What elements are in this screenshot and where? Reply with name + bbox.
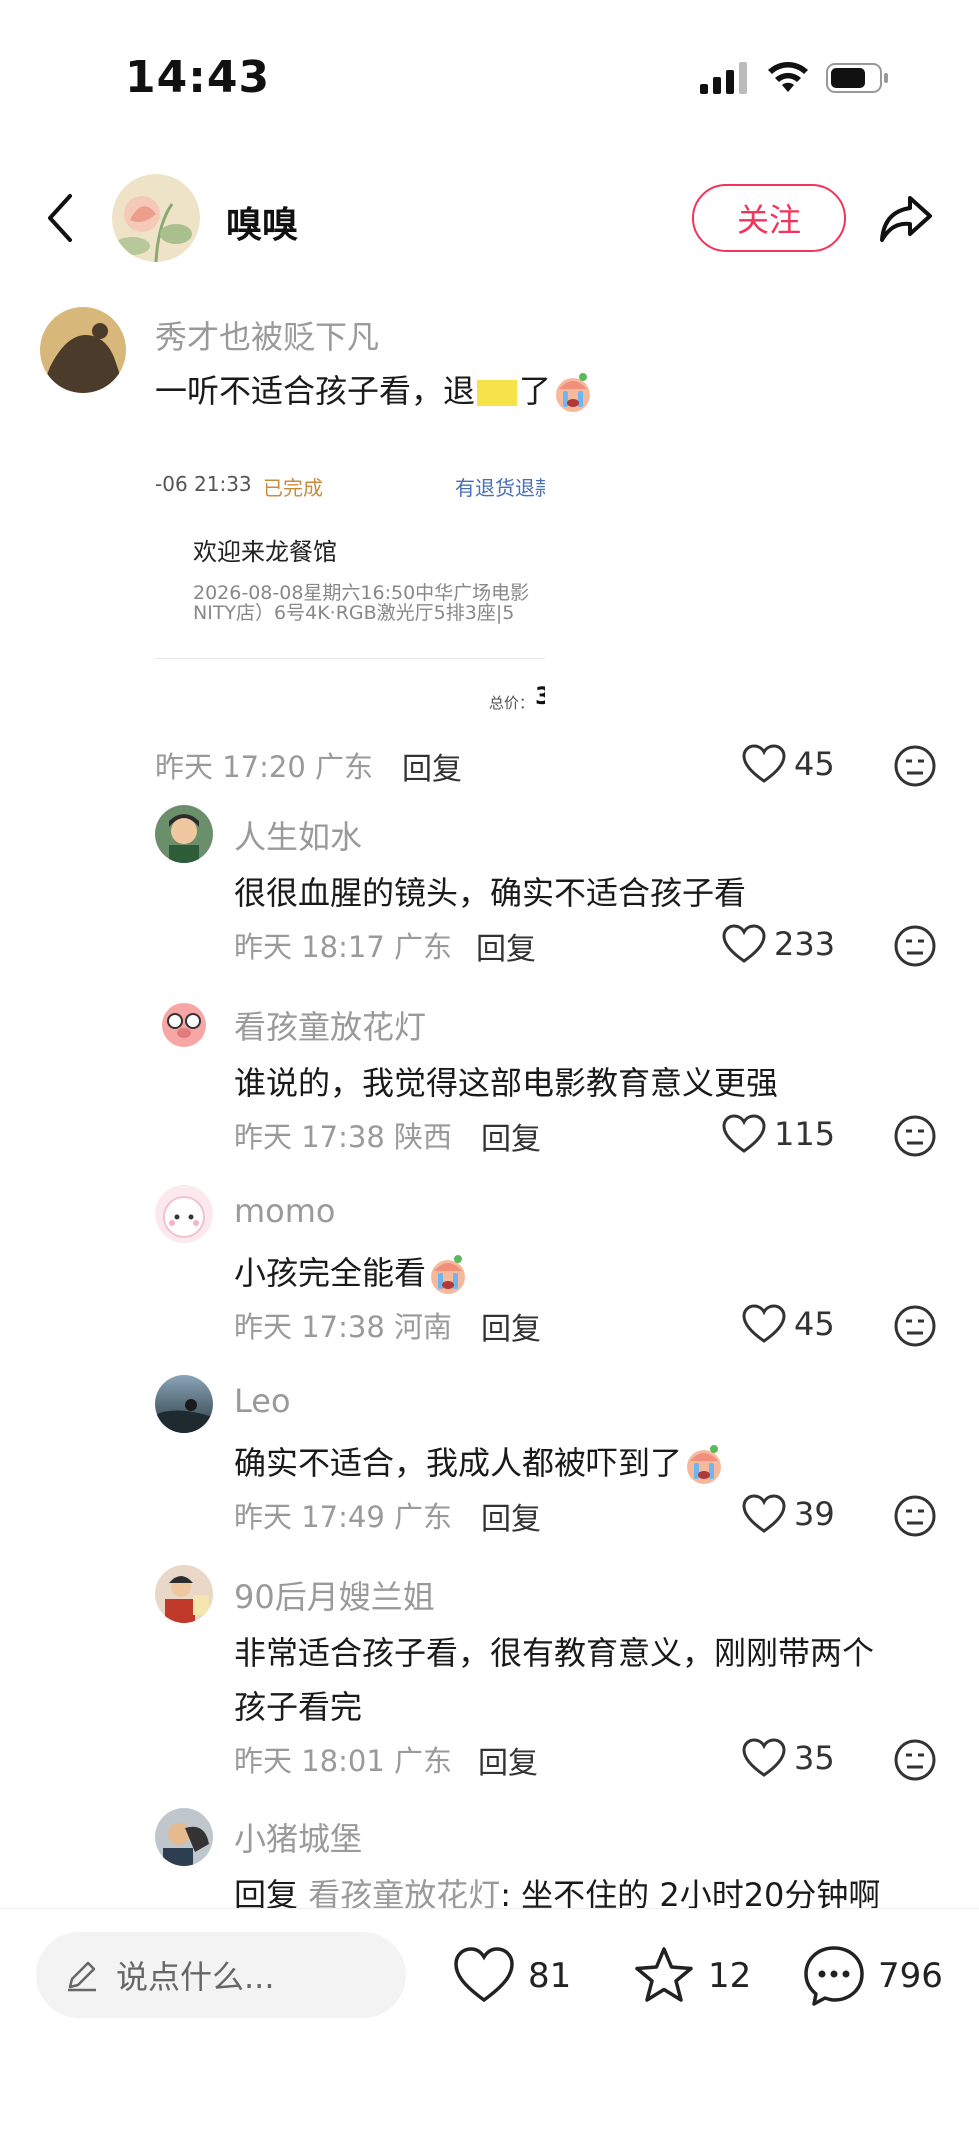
heart-icon (742, 744, 786, 783)
crying-emoji-icon (687, 1445, 722, 1484)
battery-icon (826, 63, 888, 93)
reply-time: 昨天 17:38 陕西 (234, 1120, 453, 1154)
heart-icon (742, 1304, 786, 1343)
avatar[interactable] (40, 307, 126, 393)
comment-username[interactable]: 秀才也被贬下凡 (155, 312, 379, 358)
favorite-button[interactable]: 12 (632, 1944, 751, 2008)
order-screenshot[interactable]: -06 21:33 已完成 有退货退款 欢迎来龙餐馆 2026-08-08星期六… (155, 460, 545, 720)
reply-button[interactable]: 回复 (481, 1304, 541, 1348)
reply-text: 孩子看完 (234, 1688, 363, 1726)
reply-text: 确实不适合，我成人都被吓到了 (234, 1438, 726, 1487)
cellular-signal-icon (700, 62, 748, 94)
reply-time: 昨天 18:17 广东 (234, 930, 453, 964)
like-button[interactable]: 39 (742, 1494, 835, 1534)
comment-count: 796 (878, 1956, 943, 1996)
like-count: 39 (794, 1495, 835, 1533)
divider (155, 658, 545, 659)
reply-time: 昨天 17:49 广东 (234, 1500, 453, 1534)
avatar[interactable] (155, 1185, 213, 1243)
heart-icon (722, 1114, 766, 1153)
dislike-icon[interactable] (893, 744, 937, 788)
back-button[interactable] (40, 190, 80, 246)
avatar[interactable] (155, 995, 213, 1053)
order-total-value: 3 (535, 682, 545, 710)
heart-icon (742, 1738, 786, 1777)
comment-text-end: 了 (519, 372, 552, 410)
heart-icon (722, 924, 766, 963)
reply-text-content: 确实不适合，我成人都被吓到了 (234, 1444, 683, 1482)
status-time: 14:43 (125, 52, 271, 103)
comment-input-placeholder: 说点什么... (116, 1958, 275, 1996)
reply-username[interactable]: 90后月嫂兰姐 (234, 1572, 435, 1618)
avatar[interactable] (155, 805, 213, 863)
comment-text: 一听不适合孩子看，退 了 (155, 366, 595, 415)
comment-input[interactable]: 说点什么... (36, 1932, 406, 2018)
avatar[interactable] (155, 1808, 213, 1866)
avatar[interactable] (155, 1565, 213, 1623)
comments-button[interactable]: 796 (802, 1944, 943, 2008)
reply-text: 谁说的，我觉得这部电影教育意义更强 (234, 1064, 779, 1102)
reply-button[interactable]: 回复 (476, 924, 536, 968)
follow-button[interactable]: 关注 (692, 184, 846, 252)
wifi-icon (768, 62, 808, 92)
like-button[interactable]: 35 (742, 1738, 835, 1778)
post-like-count: 81 (528, 1956, 572, 1996)
share-icon[interactable] (876, 188, 936, 248)
order-status: 已完成 (263, 476, 323, 500)
comment-bubble-icon (804, 1946, 864, 2006)
dislike-icon[interactable] (893, 1494, 937, 1538)
ticket-sticker-icon (477, 380, 518, 406)
dislike-icon[interactable] (893, 1738, 937, 1782)
favorite-count: 12 (708, 1956, 752, 1996)
reply-button[interactable]: 回复 (481, 1494, 541, 1538)
like-button[interactable]: 115 (722, 1114, 835, 1154)
reply-button[interactable]: 回复 (402, 744, 462, 788)
like-button[interactable]: 233 (722, 924, 835, 964)
comment-text-start: 一听不适合孩子看，退 (155, 372, 476, 410)
like-count: 115 (774, 1115, 836, 1153)
pencil-icon (68, 1961, 96, 1992)
reply-username[interactable]: Leo (234, 1382, 291, 1420)
like-button[interactable]: 45 (742, 744, 835, 784)
like-count: 45 (794, 745, 835, 783)
reply-button[interactable]: 回复 (478, 1738, 538, 1782)
reply-button[interactable]: 回复 (481, 1114, 541, 1158)
reply-username[interactable]: momo (234, 1192, 336, 1230)
like-count: 35 (794, 1739, 835, 1777)
reply-time: 昨天 18:01 广东 (234, 1744, 453, 1778)
crying-emoji-icon (431, 1255, 466, 1294)
heart-icon (454, 1947, 514, 2003)
order-date: -06 21:33 (155, 472, 252, 496)
order-refund: 有退货退款 (455, 476, 545, 500)
divider (0, 1908, 979, 1909)
like-post-button[interactable]: 81 (452, 1944, 571, 2008)
page-title: 嗅嗅 (226, 205, 299, 246)
like-count: 45 (794, 1305, 835, 1343)
author-avatar[interactable] (112, 174, 200, 262)
like-count: 233 (774, 925, 836, 963)
reply-username[interactable]: 看孩童放花灯 (234, 1002, 426, 1048)
reply-username[interactable]: 人生如水 (234, 812, 362, 858)
star-icon (635, 1947, 693, 2002)
order-title: 欢迎来龙餐馆 (193, 538, 337, 566)
order-detail-line: NITY店）6号4K·RGB激光厅5排3座|5 (193, 602, 515, 624)
order-total-label: 总价： (489, 694, 535, 712)
reply-text: 很很血腥的镜头，确实不适合孩子看 (234, 874, 747, 912)
crying-emoji-icon (556, 373, 591, 412)
dislike-icon[interactable] (893, 924, 937, 968)
like-button[interactable]: 45 (742, 1304, 835, 1344)
reply-text: 小孩完全能看 (234, 1248, 470, 1297)
reply-text: 非常适合孩子看，很有教育意义，刚刚带两个 (234, 1634, 875, 1672)
comment-time: 昨天 17:20 广东 (155, 750, 374, 784)
reply-text-content: 小孩完全能看 (234, 1254, 427, 1292)
dislike-icon[interactable] (893, 1304, 937, 1348)
heart-icon (742, 1494, 786, 1533)
dislike-icon[interactable] (893, 1114, 937, 1158)
reply-time: 昨天 17:38 河南 (234, 1310, 453, 1344)
reply-username[interactable]: 小猪城堡 (234, 1814, 362, 1860)
avatar[interactable] (155, 1375, 213, 1433)
